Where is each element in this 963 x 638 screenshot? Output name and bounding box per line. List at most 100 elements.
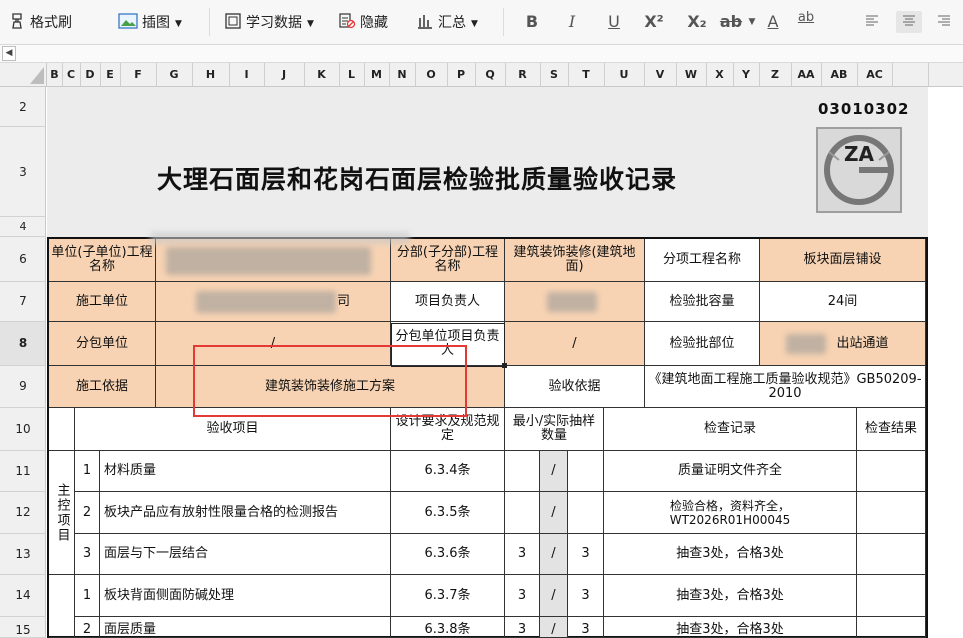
sub-label-cell[interactable]: 分部(子分部)工程名称 (391, 239, 505, 282)
pm-value-cell[interactable] (505, 282, 645, 322)
column-header-cell[interactable]: K (304, 63, 340, 86)
item-no-cell[interactable]: 2 (75, 617, 100, 638)
row-header-cell[interactable]: 12 (0, 492, 46, 534)
column-header-cell[interactable]: N (389, 63, 416, 86)
subcon-pm-value-cell[interactable]: / (505, 322, 645, 366)
column-header-cell[interactable]: W (676, 63, 707, 86)
phonetic-button[interactable]: ab (793, 11, 819, 33)
column-header-cell[interactable]: Z (759, 63, 792, 86)
main-control-group-cell[interactable]: 主控项目 (49, 451, 75, 575)
bold-button[interactable]: B (520, 11, 544, 33)
item-result-cell[interactable] (857, 492, 926, 534)
align-center-button[interactable] (896, 11, 922, 33)
item-slash-cell[interactable]: / (540, 534, 568, 575)
row-header-cell[interactable]: 15 (0, 617, 46, 638)
column-header-cell[interactable]: S (540, 63, 569, 86)
column-header-cell[interactable] (892, 63, 929, 86)
study-data-button[interactable]: 学习数据 ▼ (224, 12, 314, 32)
item-name-cell[interactable]: 板块产品应有放射性限量合格的检测报告 (100, 492, 391, 534)
superscript-button[interactable]: X² (640, 11, 668, 33)
part-value-cell[interactable]: 出站通道 (760, 322, 926, 366)
column-header-cell[interactable]: I (229, 63, 265, 86)
column-header-cell[interactable]: T (568, 63, 605, 86)
item-actual-cell[interactable] (568, 492, 604, 534)
general-group-cell[interactable] (49, 575, 75, 638)
capacity-value-cell[interactable]: 24间 (760, 282, 926, 322)
column-header-cell[interactable]: R (505, 63, 541, 86)
item-no-cell[interactable]: 3 (75, 534, 100, 575)
pm-label-cell[interactable]: 项目负责人 (391, 282, 505, 322)
column-header-cell[interactable]: L (339, 63, 365, 86)
header-sample-cell[interactable]: 最小/实际抽样数量 (505, 408, 604, 451)
fill-handle[interactable] (502, 363, 507, 368)
row-header-cell[interactable]: 4 (0, 217, 46, 237)
summary-button[interactable]: 汇总 ▼ (416, 12, 478, 32)
item-min-cell[interactable]: 3 (505, 534, 540, 575)
sub-value-cell[interactable]: 建筑装饰装修(建筑地面) (505, 239, 645, 282)
item-value-cell[interactable]: 板块面层铺设 (760, 239, 926, 282)
underline-button[interactable]: U (602, 11, 626, 33)
strikethrough-button[interactable]: ab (716, 11, 746, 33)
column-header-cell[interactable]: H (192, 63, 230, 86)
font-color-button[interactable]: A (762, 11, 784, 33)
column-header-cell[interactable]: Y (733, 63, 760, 86)
accept-basis-value-cell[interactable]: 《建筑地面工程施工质量验收规范》GB50209-2010 (645, 366, 926, 408)
row-header-cell[interactable]: 3 (0, 127, 46, 217)
item-name-cell[interactable]: 面层与下一层结合 (100, 534, 391, 575)
column-header-cell[interactable]: G (156, 63, 193, 86)
item-result-cell[interactable] (857, 451, 926, 492)
align-right-button[interactable] (932, 11, 956, 33)
item-slash-cell[interactable]: / (540, 575, 568, 617)
builder-label-cell[interactable]: 施工单位 (49, 282, 156, 322)
capacity-label-cell[interactable]: 检验批容量 (645, 282, 760, 322)
column-header-cell[interactable]: E (100, 63, 121, 86)
item-no-cell[interactable]: 1 (75, 575, 100, 617)
item-result-cell[interactable] (857, 575, 926, 617)
select-all-corner[interactable] (0, 63, 47, 86)
scroll-left-arrow-icon[interactable]: ◀ (2, 46, 16, 61)
column-header-cell[interactable]: V (644, 63, 677, 86)
item-spec-cell[interactable]: 6.3.6条 (391, 534, 505, 575)
header-record-cell[interactable]: 检查记录 (604, 408, 857, 451)
format-painter-button[interactable]: 格式刷 (8, 12, 72, 32)
item-slash-cell[interactable]: / (540, 492, 568, 534)
item-actual-cell[interactable]: 3 (568, 575, 604, 617)
column-header-cell[interactable]: F (120, 63, 157, 86)
item-slash-cell[interactable]: / (540, 617, 568, 638)
item-actual-cell[interactable] (568, 451, 604, 492)
row-header-cell[interactable]: 7 (0, 282, 46, 322)
item-record-cell[interactable]: 抽查3处，合格3处 (604, 575, 857, 617)
item-label-cell[interactable]: 分项工程名称 (645, 239, 760, 282)
column-header-cell[interactable]: AC (857, 63, 893, 86)
header-result-cell[interactable]: 检查结果 (857, 408, 926, 451)
item-name-cell[interactable]: 材料质量 (100, 451, 391, 492)
insert-image-button[interactable]: 插图 ▼ (118, 12, 182, 32)
item-spec-cell[interactable]: 6.3.8条 (391, 617, 505, 638)
italic-button[interactable]: I (560, 11, 584, 33)
item-name-cell[interactable]: 板块背面侧面防碱处理 (100, 575, 391, 617)
row-header-cell[interactable]: 14 (0, 575, 46, 617)
subcon-label-cell[interactable]: 分包单位 (49, 322, 156, 366)
align-left-button[interactable] (860, 11, 884, 33)
item-min-cell[interactable]: 3 (505, 617, 540, 638)
unit-label-cell[interactable]: 单位(子单位)工程名称 (49, 239, 156, 282)
chevron-down-icon[interactable]: ▼ (746, 11, 758, 33)
row-header-cell[interactable]: 9 (0, 366, 46, 408)
row-header-cell[interactable]: 2 (0, 87, 46, 127)
row-header-cell[interactable]: 13 (0, 534, 46, 575)
item-min-cell[interactable]: 3 (505, 575, 540, 617)
item-record-cell[interactable]: 抽查3处，合格3处 (604, 617, 857, 638)
item-min-cell[interactable] (505, 492, 540, 534)
column-header-cell[interactable]: O (415, 63, 448, 86)
column-header-cell[interactable]: AB (821, 63, 858, 86)
blank-cell[interactable] (49, 408, 75, 451)
subscript-button[interactable]: X₂ (682, 11, 712, 33)
column-header-cell[interactable]: P (447, 63, 476, 86)
item-actual-cell[interactable]: 3 (568, 534, 604, 575)
row-header-cell[interactable]: 11 (0, 451, 46, 492)
unit-value-cell[interactable] (156, 239, 391, 282)
item-actual-cell[interactable]: 3 (568, 617, 604, 638)
column-header-cell[interactable]: Q (475, 63, 506, 86)
basis-label-cell[interactable]: 施工依据 (49, 366, 156, 408)
item-record-cell[interactable]: 质量证明文件齐全 (604, 451, 857, 492)
